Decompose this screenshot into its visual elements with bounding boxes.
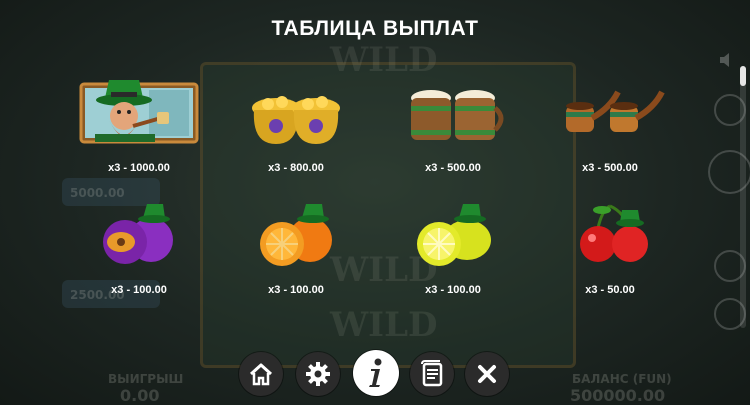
orange-symbol: [226, 200, 366, 280]
bottom-toolbar: [0, 350, 750, 398]
sound-icon: [714, 46, 742, 74]
leprechaun-symbol: [69, 78, 209, 158]
info-icon: [369, 358, 382, 387]
close-button[interactable]: [465, 352, 509, 396]
payout-value: x3 - 100.00: [111, 284, 167, 296]
scroll-icon: [421, 360, 443, 387]
payout-value: x3 - 50.00: [585, 284, 635, 296]
background-wild-symbol: WILD: [330, 305, 438, 345]
payout-value: x3 - 500.00: [425, 162, 481, 174]
plum-symbol: [69, 200, 209, 280]
beer-mugs-symbol: [383, 78, 523, 158]
scrollbar-thumb[interactable]: [740, 66, 746, 86]
info-button[interactable]: [353, 350, 399, 396]
gear-icon: [306, 362, 330, 386]
payout-value: x3 - 100.00: [268, 284, 324, 296]
background-jackpot-value: 5000.00: [70, 186, 125, 200]
background-wild-symbol: WILD: [330, 40, 438, 80]
payout-value: x3 - 100.00: [425, 284, 481, 296]
pipes-symbol: [540, 78, 680, 158]
payout-value: x3 - 1000.00: [108, 162, 170, 174]
home-button[interactable]: [239, 352, 283, 396]
payout-value: x3 - 800.00: [268, 162, 324, 174]
home-icon: [249, 363, 273, 386]
rules-button[interactable]: [410, 352, 454, 396]
cherries-symbol: [540, 200, 680, 280]
lemon-symbol: [383, 200, 523, 280]
payout-value: x3 - 500.00: [582, 162, 638, 174]
settings-button[interactable]: [296, 352, 340, 396]
paytable-title: ТАБЛИЦА ВЫПЛАТ: [271, 17, 479, 40]
pots-of-gold-symbol: [226, 78, 366, 158]
scrollbar[interactable]: [740, 66, 746, 328]
close-icon: [478, 365, 496, 383]
